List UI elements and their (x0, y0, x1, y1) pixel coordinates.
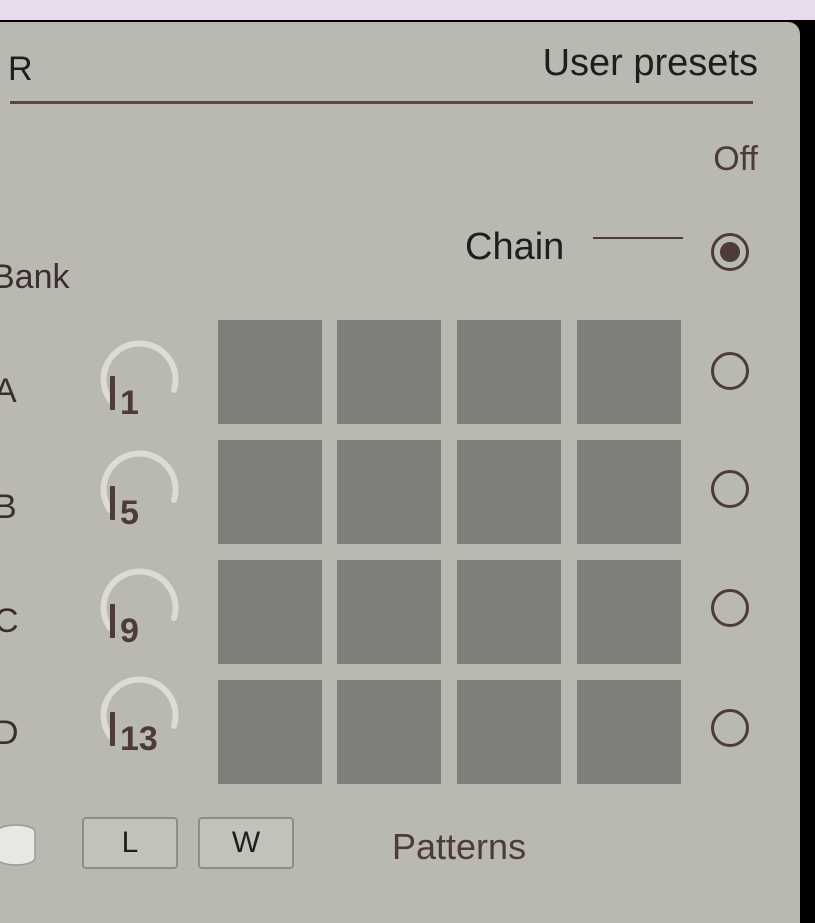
preset-slot-d3[interactable] (457, 680, 561, 784)
row-b-radio[interactable] (711, 470, 749, 508)
row-letter-b: B (0, 488, 17, 526)
knob-pointer (110, 486, 115, 520)
row-letter-d: D (0, 714, 19, 752)
chain-label: Chain (465, 226, 565, 268)
row-d-radio[interactable] (711, 709, 749, 747)
preset-slot-a1[interactable] (218, 320, 322, 424)
bank-knob-b[interactable]: 5 (98, 450, 182, 534)
knob-value: 13 (120, 720, 158, 758)
knob-value: 9 (120, 612, 139, 650)
knob-value: 1 (120, 384, 139, 422)
panel-title: User presets (542, 42, 758, 84)
row-letter-a: A (0, 372, 17, 410)
preset-slot-b4[interactable] (577, 440, 681, 544)
preset-slot-d2[interactable] (337, 680, 441, 784)
patterns-label: Patterns (392, 826, 527, 867)
user-presets-panel: R User presets Off Chain Bank A 1 B 5 C (0, 22, 800, 923)
row-letter-c: C (0, 602, 19, 640)
load-button[interactable]: L (82, 817, 178, 869)
preset-slot-c1[interactable] (218, 560, 322, 664)
preset-slot-b2[interactable] (337, 440, 441, 544)
off-label: Off (713, 140, 758, 178)
preset-slot-a2[interactable] (337, 320, 441, 424)
knob-pointer (110, 376, 115, 410)
preset-slot-a4[interactable] (577, 320, 681, 424)
title-divider (10, 101, 753, 104)
chain-connector-line (593, 237, 683, 239)
row-c-radio[interactable] (711, 589, 749, 627)
knob-pointer (110, 604, 115, 638)
bank-knob-a[interactable]: 1 (98, 340, 182, 424)
panel-left-label: R (8, 50, 33, 88)
row-a-radio[interactable] (711, 352, 749, 390)
knob-value: 5 (120, 494, 139, 532)
window-top-bar (0, 0, 815, 20)
knob-pointer (110, 712, 115, 746)
preset-slot-c4[interactable] (577, 560, 681, 664)
chain-radio[interactable] (711, 233, 749, 271)
bank-label: Bank (0, 258, 70, 296)
write-button[interactable]: W (198, 817, 294, 869)
preset-slot-c2[interactable] (337, 560, 441, 664)
bank-knob-c[interactable]: 9 (98, 568, 182, 652)
preset-slot-a3[interactable] (457, 320, 561, 424)
preset-slot-b3[interactable] (457, 440, 561, 544)
preset-slot-c3[interactable] (457, 560, 561, 664)
preset-slot-b1[interactable] (218, 440, 322, 544)
database-icon[interactable] (0, 822, 38, 868)
preset-slot-d4[interactable] (577, 680, 681, 784)
bank-knob-d[interactable]: 13 (98, 676, 182, 760)
preset-slot-d1[interactable] (218, 680, 322, 784)
